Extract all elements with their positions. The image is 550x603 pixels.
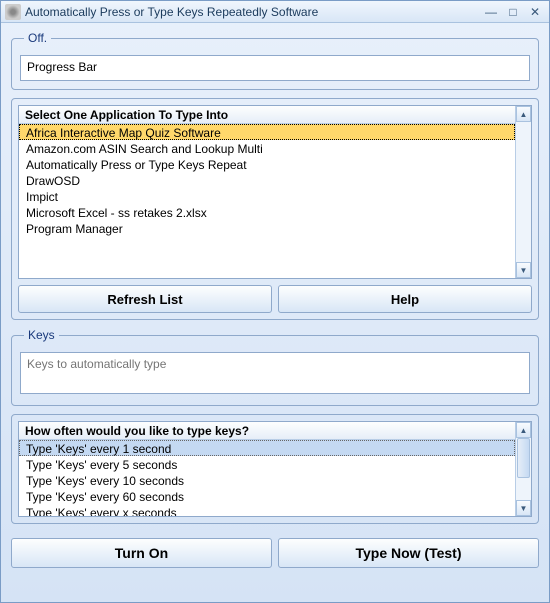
turn-on-button[interactable]: Turn On [11, 538, 272, 568]
list-item[interactable]: Type 'Keys' every 1 second [19, 440, 515, 456]
application-list[interactable]: Select One Application To Type Into Afri… [18, 105, 532, 279]
keys-group: Keys [11, 328, 539, 406]
refresh-list-button[interactable]: Refresh List [18, 285, 272, 313]
application-list-scrollbar[interactable]: ▲ ▼ [515, 106, 531, 278]
list-item[interactable]: Type 'Keys' every 5 seconds [19, 456, 515, 472]
frequency-list-header: How often would you like to type keys? [19, 422, 515, 440]
progress-bar-label: Progress Bar [20, 55, 530, 81]
list-item[interactable]: Type 'Keys' every 60 seconds [19, 488, 515, 504]
scroll-down-icon[interactable]: ▼ [516, 262, 531, 278]
keys-input[interactable] [20, 352, 530, 394]
list-item[interactable]: Program Manager [19, 220, 515, 236]
off-group: Off. Progress Bar [11, 31, 539, 90]
frequency-list-scrollbar[interactable]: ▲ ▼ [515, 422, 531, 516]
content-area: Off. Progress Bar Select One Application… [1, 23, 549, 602]
list-item[interactable]: DrawOSD [19, 172, 515, 188]
keys-legend: Keys [24, 328, 59, 342]
application-list-header: Select One Application To Type Into [19, 106, 515, 124]
frequency-panel: How often would you like to type keys? T… [11, 414, 539, 524]
list-item[interactable]: Type 'Keys' every x seconds [19, 504, 515, 516]
list-item[interactable]: Africa Interactive Map Quiz Software [19, 124, 515, 140]
maximize-button[interactable]: □ [503, 4, 523, 20]
scroll-thumb[interactable] [517, 438, 530, 478]
frequency-list[interactable]: How often would you like to type keys? T… [18, 421, 532, 517]
help-button[interactable]: Help [278, 285, 532, 313]
type-now-button[interactable]: Type Now (Test) [278, 538, 539, 568]
list-item[interactable]: Automatically Press or Type Keys Repeat [19, 156, 515, 172]
titlebar: Automatically Press or Type Keys Repeate… [1, 1, 549, 23]
list-item[interactable]: Amazon.com ASIN Search and Lookup Multi [19, 140, 515, 156]
app-icon [5, 4, 21, 20]
window-title: Automatically Press or Type Keys Repeate… [25, 5, 479, 19]
minimize-button[interactable]: — [481, 4, 501, 20]
scroll-up-icon[interactable]: ▲ [516, 422, 531, 438]
list-item[interactable]: Type 'Keys' every 10 seconds [19, 472, 515, 488]
scroll-up-icon[interactable]: ▲ [516, 106, 531, 122]
close-button[interactable]: ✕ [525, 4, 545, 20]
list-item[interactable]: Impict [19, 188, 515, 204]
off-legend: Off. [24, 31, 51, 45]
application-panel: Select One Application To Type Into Afri… [11, 98, 539, 320]
list-item[interactable]: Microsoft Excel - ss retakes 2.xlsx [19, 204, 515, 220]
app-window: Automatically Press or Type Keys Repeate… [0, 0, 550, 603]
scroll-down-icon[interactable]: ▼ [516, 500, 531, 516]
